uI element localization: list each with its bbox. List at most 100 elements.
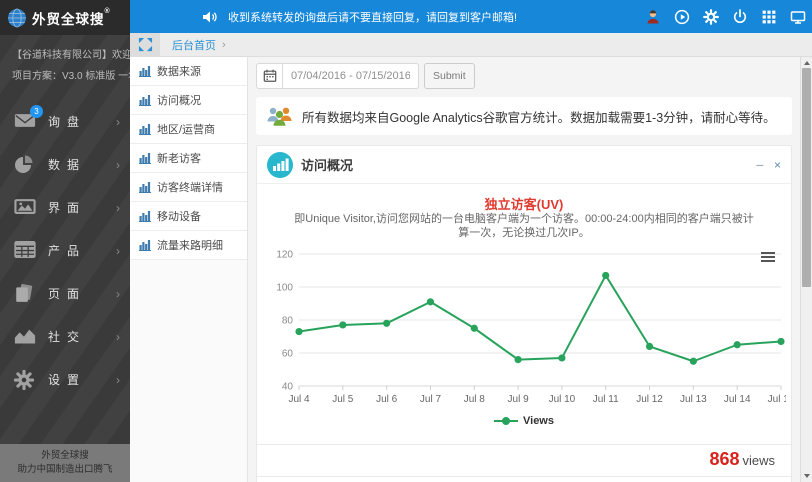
submenu-item-visitor-terminal[interactable]: 访客终端详情 (130, 173, 247, 202)
svg-text:120: 120 (276, 250, 293, 261)
scroll-down-icon[interactable] (804, 474, 810, 478)
svg-text:Jul 7: Jul 7 (420, 394, 442, 405)
panel-controls: − × (756, 158, 781, 172)
scroll-up-icon[interactable] (804, 61, 810, 65)
sidebar: 外贸全球搜® 【谷道科技有限公司】欢迎您! 项目方案：V3.0 标准版 一年 3… (0, 0, 145, 482)
svg-text:Jul 13: Jul 13 (680, 394, 707, 405)
chart-menu-icon[interactable] (761, 252, 775, 263)
people-group-icon (267, 107, 292, 126)
bar-chart-icon (139, 153, 151, 164)
sidebar-footer: 外贸全球搜 助力中国制造出口腾飞 (0, 444, 130, 482)
bar-chart-icon (139, 124, 151, 135)
panel-divider (257, 444, 791, 445)
sidebar-item-pages[interactable]: 页面 › (0, 272, 130, 315)
sidebar-item-data[interactable]: 数据 › (0, 143, 130, 186)
logo-text: 外贸全球搜® (32, 7, 111, 27)
speaker-icon (203, 11, 217, 22)
svg-text:Jul 5: Jul 5 (332, 394, 354, 405)
svg-text:60: 60 (282, 349, 294, 360)
submenu-item-region-carrier[interactable]: 地区/运营商 (130, 115, 247, 144)
account-info: 【谷道科技有限公司】欢迎您! 项目方案：V3.0 标准版 一年 (0, 35, 145, 93)
submenu-label: 移动设备 (157, 211, 201, 223)
submenu-item-new-old-visitors[interactable]: 新老访客 (130, 144, 247, 173)
chart-subtitle-line2: 算一次，无论换过几次IP。 (458, 227, 590, 239)
sidebar-item-inquiry[interactable]: 3 询盘 › (0, 100, 130, 143)
topbar: 收到系统转发的询盘后请不要直接回复，请回复到客户邮箱! (130, 0, 812, 33)
table-grid-icon (14, 240, 38, 261)
footer-brand: 外贸全球搜 (41, 450, 89, 461)
analytics-notice: 所有数据均来自Google Analytics谷歌官方统计。数据加载需要1-3分… (256, 97, 792, 135)
pages-icon (14, 283, 38, 304)
submenu-label: 地区/运营商 (157, 124, 216, 136)
panel-title: 访问概况 (301, 158, 354, 173)
area-chart-icon (14, 327, 38, 347)
inquiry-badge: 3 (30, 104, 43, 118)
play-circle-icon[interactable] (674, 9, 690, 25)
svg-text:Jul 11: Jul 11 (593, 394, 619, 405)
submenu-label: 访问概况 (157, 95, 201, 107)
breadcrumb-home[interactable]: 后台首页 (172, 37, 216, 53)
close-icon[interactable]: × (774, 159, 781, 171)
sidebar-item-settings[interactable]: 设置 › (0, 358, 130, 401)
logo: 外贸全球搜® (0, 0, 130, 35)
chevron-right-icon: › (116, 329, 120, 344)
gear-icon[interactable] (703, 8, 719, 25)
scrollbar-thumb[interactable] (802, 68, 811, 287)
submenu-item-visit-overview[interactable]: 访问概况 (130, 86, 247, 115)
chevron-right-icon: › (116, 372, 120, 387)
sidebar-item-interface[interactable]: 界面 › (0, 186, 130, 229)
sidebar-nav: 3 询盘 › 数据 › 界面 › 产品 › 页面 › 社交 › 设置 › (0, 100, 130, 401)
calendar-icon (263, 69, 276, 82)
submenu-label: 数据来源 (157, 66, 201, 78)
submenu-item-data-source[interactable]: 数据来源 (130, 57, 247, 86)
topbar-actions (645, 8, 812, 25)
legend-marker-icon (494, 417, 518, 425)
panel-chart-icon (267, 151, 293, 178)
vertical-scrollbar[interactable] (800, 57, 812, 482)
avatar[interactable] (645, 9, 661, 25)
plan-line: 项目方案：V3.0 标准版 一年 (12, 71, 139, 82)
system-notice: 收到系统转发的询盘后请不要直接回复，请回复到客户邮箱! (228, 11, 518, 24)
submenu-item-mobile-devices[interactable]: 移动设备 (130, 202, 247, 231)
sidebar-item-social[interactable]: 社交 › (0, 315, 130, 358)
sidebar-item-label: 设置 (48, 373, 87, 387)
expand-icon (138, 37, 152, 52)
image-icon (14, 198, 38, 218)
submenu-label: 新老访客 (157, 153, 201, 165)
date-range-input[interactable] (283, 63, 419, 89)
bar-chart-icon (139, 95, 151, 106)
chart-legend[interactable]: Views (257, 415, 791, 427)
main-content: Submit 所有数据均来自Google Analytics谷歌官方统计。数据加… (248, 57, 800, 482)
svg-text:80: 80 (282, 316, 294, 327)
svg-text:Jul 9: Jul 9 (508, 394, 530, 405)
analytics-notice-text: 所有数据均来自Google Analytics谷歌官方统计。数据加载需要1-3分… (302, 110, 776, 125)
sidebar-item-label: 社交 (48, 330, 87, 344)
breadcrumb-separator: › (222, 38, 226, 51)
sidebar-item-label: 询盘 (48, 115, 87, 129)
minimize-icon[interactable]: − (756, 158, 764, 172)
expand-button[interactable] (130, 32, 160, 57)
monitor-icon[interactable] (790, 9, 806, 25)
breadcrumb: 后台首页 › (130, 32, 812, 57)
sidebar-item-label: 产品 (48, 244, 87, 258)
app-window: 外贸全球搜® 【谷道科技有限公司】欢迎您! 项目方案：V3.0 标准版 一年 3… (0, 0, 812, 482)
svg-text:100: 100 (276, 283, 293, 294)
registered-mark: ® (104, 7, 111, 15)
submit-button[interactable]: Submit (424, 63, 475, 89)
chevron-right-icon: › (116, 114, 120, 129)
sidebar-item-products[interactable]: 产品 › (0, 229, 130, 272)
power-icon[interactable] (732, 8, 748, 25)
chevron-right-icon: › (116, 243, 120, 258)
bar-chart-icon (139, 211, 151, 222)
submenu-label: 流量来路明细 (157, 240, 223, 252)
svg-text:Jul 15: Jul 15 (768, 394, 786, 405)
submenu-label: 访客终端详情 (157, 182, 223, 194)
welcome-line: 【谷道科技有限公司】欢迎您! (12, 50, 145, 61)
submenu-item-traffic-sources[interactable]: 流量来路明细 (130, 231, 247, 260)
apps-grid-icon[interactable] (761, 9, 777, 25)
views-unit: views (742, 453, 775, 468)
svg-text:Jul 12: Jul 12 (636, 394, 663, 405)
calendar-button[interactable] (256, 63, 283, 89)
pie-chart-icon (14, 155, 38, 175)
footer-slogan: 助力中国制造出口腾飞 (17, 464, 113, 476)
